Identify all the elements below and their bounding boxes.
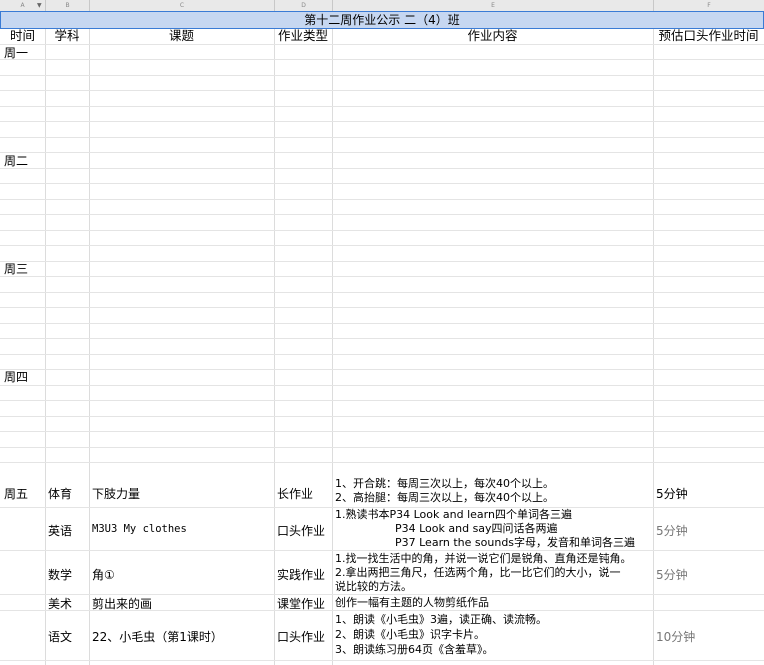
empty-row[interactable] [0,322,764,324]
topic-cell[interactable]: 22、小毛虫（第1课时） [92,628,223,645]
header-topic[interactable]: 课题 [89,29,274,43]
empty-row[interactable] [0,291,764,293]
table-row: 语文 22、小毛虫（第1课时） 口头作业 1、朗读《小毛虫》3遍，读正确、读流畅… [0,611,764,661]
empty-row[interactable] [0,74,764,76]
empty-row[interactable] [0,245,764,246]
empty-row[interactable] [0,59,764,60]
subject-cell[interactable]: 美术 [48,595,72,612]
topic-cell[interactable]: M3U3 My clothes [92,523,187,535]
empty-row[interactable] [0,198,764,200]
day-wednesday[interactable]: 周三 [4,260,28,277]
table-row: 英语 M3U3 My clothes 口头作业 1.熟读书本P34 Look a… [0,508,764,551]
header-time[interactable]: 时间 [0,29,45,43]
sheet-title: 第十二周作业公示 二（4）班 [304,13,460,27]
empty-row[interactable] [0,90,764,91]
empty-row[interactable] [0,121,764,122]
header-subject[interactable]: 学科 [45,29,89,43]
empty-row[interactable] [0,431,764,432]
empty-row[interactable] [0,136,764,138]
column-header-b[interactable]: B [46,0,90,11]
subject-cell[interactable]: 数学 [48,566,72,583]
topic-cell[interactable]: 下肢力量 [92,485,140,502]
content-line[interactable]: P37 Learn the sounds字母，发音和单词各三遍 [395,536,635,550]
empty-row[interactable] [0,446,764,448]
time-cell[interactable]: 5分钟 [656,566,688,583]
empty-row[interactable] [0,384,764,386]
content-line[interactable]: 创作一幅有主题的人物剪纸作品 [335,596,489,610]
content-line[interactable]: 1.熟读书本P34 Look and learn四个单词各三遍 [335,508,572,522]
content-line[interactable]: 1.找一找生活中的角，并说一说它们是锐角、直角还是钝角。 [335,552,632,566]
column-header-c[interactable]: C [90,0,275,11]
sheet-title-cell[interactable]: 第十二周作业公示 二（4）班 [0,11,764,29]
table-row: 体育 下肢力量 长作业 1、开合跳：每周三次以上，每次40个以上。 2、高抬腿：… [0,474,764,508]
type-cell[interactable]: 长作业 [277,485,313,502]
time-cell[interactable]: 5分钟 [656,522,688,539]
header-content[interactable]: 作业内容 [332,29,653,43]
empty-row[interactable] [0,152,764,153]
header-type[interactable]: 作业类型 [274,29,332,43]
header-row: 时间 学科 课题 作业类型 作业内容 预估口头作业时间 [0,29,764,45]
empty-row[interactable] [0,415,764,417]
empty-row[interactable] [0,105,764,107]
empty-row[interactable] [0,183,764,184]
empty-row[interactable] [0,338,764,339]
type-cell[interactable]: 口头作业 [277,522,325,539]
day-thursday[interactable]: 周四 [4,368,28,385]
empty-row[interactable] [0,229,764,231]
content-line[interactable]: P34 Look and say四问话各两遍 [395,522,558,536]
content-line[interactable]: 1、朗读《小毛虫》3遍，读正确、读流畅。 [335,613,547,627]
header-estimated-time[interactable]: 预估口头作业时间 [653,29,764,43]
subject-cell[interactable]: 体育 [48,485,72,502]
content-line[interactable]: 说比较的方法。 [335,580,412,594]
content-line[interactable]: 2、高抬腿：每周三次以上，每次40个以上。 [335,491,554,505]
empty-row[interactable] [0,462,764,463]
day-tuesday[interactable]: 周二 [4,152,28,169]
filter-dropdown-icon[interactable]: ▼ [37,2,42,9]
type-cell[interactable]: 课堂作业 [277,595,325,612]
column-header-e[interactable]: E [333,0,654,11]
topic-cell[interactable]: 角① [92,566,115,583]
empty-row[interactable] [0,369,764,370]
empty-row[interactable] [0,353,764,355]
topic-cell[interactable]: 剪出来的画 [92,595,152,612]
column-header-f[interactable]: F [654,0,764,11]
time-cell[interactable]: 10分钟 [656,628,695,645]
subject-cell[interactable]: 英语 [48,522,72,539]
time-cell[interactable]: 5分钟 [656,485,688,502]
subject-cell[interactable]: 语文 [48,628,72,645]
content-line[interactable]: 2.拿出两把三角尺，任选两个角，比一比它们的大小，说一 [335,566,621,580]
column-header-d[interactable]: D [275,0,333,11]
table-row: 美术 剪出来的画 课堂作业 创作一幅有主题的人物剪纸作品 [0,595,764,611]
empty-row[interactable] [0,260,764,262]
empty-row[interactable] [0,400,764,401]
type-cell[interactable]: 实践作业 [277,566,325,583]
day-monday[interactable]: 周一 [4,44,28,61]
empty-row[interactable] [0,307,764,308]
type-cell[interactable]: 口头作业 [277,628,325,645]
empty-row[interactable] [0,214,764,215]
empty-row[interactable] [0,167,764,169]
content-line[interactable]: 3、朗读练习册64页《含羞草》。 [335,643,494,657]
content-line[interactable]: 2、朗读《小毛虫》识字卡片。 [335,628,485,642]
content-line[interactable]: 1、开合跳：每周三次以上，每次40个以上。 [335,477,554,491]
empty-row[interactable] [0,276,764,277]
table-row: 数学 角① 实践作业 1.找一找生活中的角，并说一说它们是锐角、直角还是钝角。 … [0,551,764,595]
